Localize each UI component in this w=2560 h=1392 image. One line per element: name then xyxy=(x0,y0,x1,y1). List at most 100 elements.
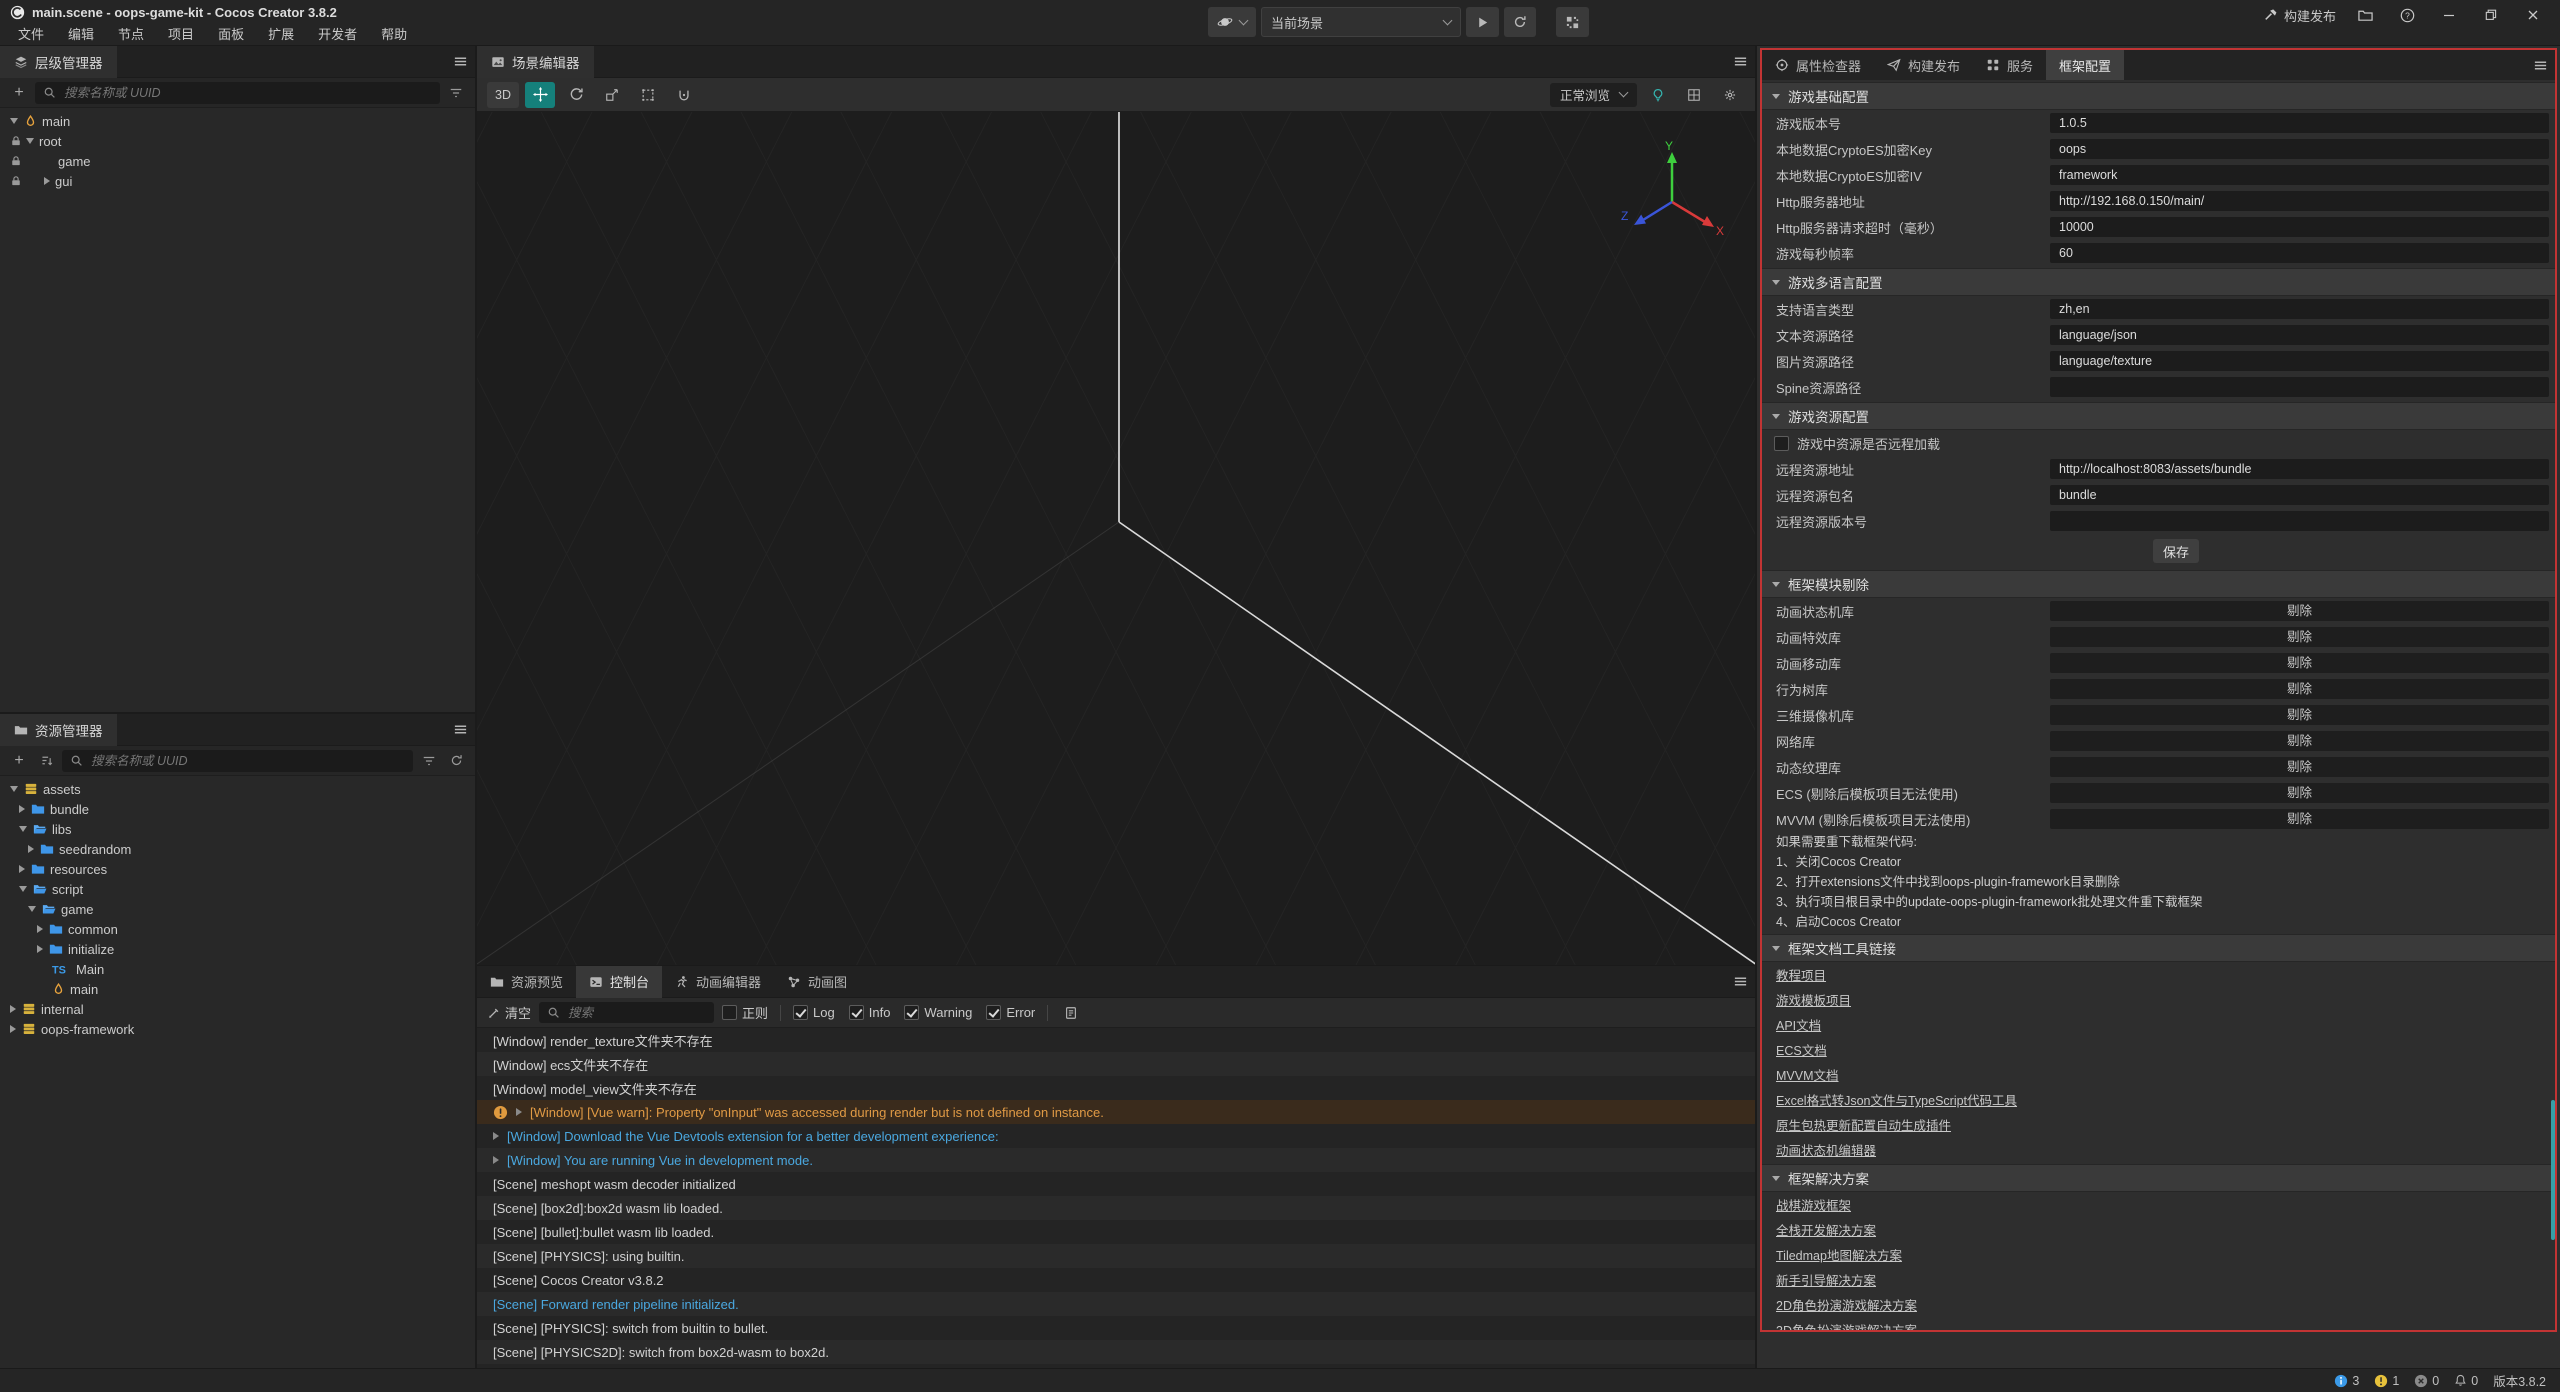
asset-node[interactable]: resources xyxy=(0,859,475,879)
console-menu-button[interactable] xyxy=(1725,967,1755,997)
inspector-tab-构建发布[interactable]: 构建发布 xyxy=(1874,50,1973,80)
field-input[interactable] xyxy=(2050,511,2549,531)
module-remove-button[interactable]: 剔除 xyxy=(2050,627,2549,647)
menu-item[interactable]: 编辑 xyxy=(56,24,106,46)
hierarchy-node[interactable]: gui xyxy=(0,171,475,191)
menu-item[interactable]: 节点 xyxy=(106,24,156,46)
scrollbar-thumb[interactable] xyxy=(2551,1100,2555,1240)
console-message[interactable]: [Window] Download the Vue Devtools exten… xyxy=(477,1124,1755,1148)
inspector-tab-框架配置[interactable]: 框架配置 xyxy=(2046,50,2124,80)
field-input[interactable]: bundle xyxy=(2050,485,2549,505)
view-mode-select[interactable]: 正常浏览 xyxy=(1550,83,1637,107)
asset-node[interactable]: main xyxy=(0,979,475,999)
move-tool-button[interactable] xyxy=(525,82,555,108)
filter-checkbox-Info[interactable]: Info xyxy=(849,1005,891,1020)
assets-filter-button[interactable] xyxy=(418,750,440,772)
field-input[interactable]: 10000 xyxy=(2050,217,2549,237)
menu-item[interactable]: 扩展 xyxy=(256,24,306,46)
chevron-right-icon[interactable] xyxy=(493,1132,499,1140)
rect-tool-button[interactable] xyxy=(633,82,663,108)
filter-checkbox-Error[interactable]: Error xyxy=(986,1005,1035,1020)
doc-link[interactable]: 3D角色扮演游戏解决方案 xyxy=(1776,1320,1917,1332)
module-remove-button[interactable]: 剔除 xyxy=(2050,653,2549,673)
hierarchy-search-input[interactable] xyxy=(62,85,432,101)
inspector-menu-button[interactable] xyxy=(2525,50,2555,80)
filter-checkbox-Warning[interactable]: Warning xyxy=(904,1005,972,1020)
regex-checkbox[interactable]: 正则 xyxy=(722,1003,768,1022)
inspector-tab-属性检查器[interactable]: 属性检查器 xyxy=(1762,50,1874,80)
asset-node[interactable]: internal xyxy=(0,999,475,1019)
chevron-down-icon[interactable] xyxy=(26,138,34,144)
chevron-right-icon[interactable] xyxy=(19,805,25,813)
doc-link[interactable]: 战棋游戏框架 xyxy=(1776,1195,1851,1214)
console-tab-动画编辑器[interactable]: 动画编辑器 xyxy=(662,966,774,998)
chevron-right-icon[interactable] xyxy=(10,1005,16,1013)
create-node-button[interactable]: + xyxy=(8,82,30,104)
chevron-right-icon[interactable] xyxy=(516,1108,522,1116)
preview-qr-button[interactable] xyxy=(1556,7,1589,37)
scene-settings-button[interactable] xyxy=(1715,82,1745,108)
reload-button[interactable] xyxy=(1504,7,1536,37)
field-input[interactable] xyxy=(2050,377,2549,397)
console-search-input[interactable] xyxy=(566,1005,676,1021)
doc-link[interactable]: Tiledmap地图解决方案 xyxy=(1776,1245,1902,1264)
console-message[interactable]: [Window] [Vue warn]: Property "onInput" … xyxy=(477,1100,1755,1124)
section-header[interactable]: 框架模块剔除 xyxy=(1762,570,2555,598)
hierarchy-node[interactable]: main xyxy=(0,111,475,131)
section-header[interactable]: 框架文档工具链接 xyxy=(1762,934,2555,962)
console-message[interactable]: [Window] You are running Vue in developm… xyxy=(477,1148,1755,1172)
checkbox-row[interactable]: 游戏中资源是否远程加载 xyxy=(1762,430,2555,456)
module-remove-button[interactable]: 剔除 xyxy=(2050,601,2549,621)
chevron-down-icon[interactable] xyxy=(10,118,18,124)
asset-node[interactable]: TSMain xyxy=(0,959,475,979)
chevron-right-icon[interactable] xyxy=(10,1025,16,1033)
asset-node[interactable]: assets xyxy=(0,779,475,799)
scene-viewport[interactable]: Y X Z xyxy=(477,112,1755,965)
status-notification-counter[interactable]: 0 xyxy=(2454,1374,2478,1388)
menu-item[interactable]: 面板 xyxy=(206,24,256,46)
chevron-down-icon[interactable] xyxy=(19,826,27,832)
console-collapse-button[interactable] xyxy=(1060,1002,1082,1024)
play-button[interactable] xyxy=(1466,7,1499,37)
scene-menu-button[interactable] xyxy=(1725,47,1755,77)
chevron-down-icon[interactable] xyxy=(19,886,27,892)
section-header[interactable]: 游戏基础配置 xyxy=(1762,82,2555,110)
module-remove-button[interactable]: 剔除 xyxy=(2050,705,2549,725)
doc-link[interactable]: 2D角色扮演游戏解决方案 xyxy=(1776,1295,1917,1314)
asset-node[interactable]: bundle xyxy=(0,799,475,819)
create-asset-button[interactable]: + xyxy=(8,750,30,772)
status-warning-counter[interactable]: 1 xyxy=(2374,1374,2399,1388)
3d-mode-toggle[interactable]: 3D xyxy=(487,82,519,108)
module-remove-button[interactable]: 剔除 xyxy=(2050,757,2549,777)
field-input[interactable]: http://192.168.0.150/main/ xyxy=(2050,191,2549,211)
scale-tool-button[interactable] xyxy=(597,82,627,108)
console-tab-资源预览[interactable]: 资源预览 xyxy=(477,966,576,998)
section-header[interactable]: 游戏资源配置 xyxy=(1762,402,2555,430)
doc-link[interactable]: 动画状态机编辑器 xyxy=(1776,1140,1876,1159)
section-header[interactable]: 框架解决方案 xyxy=(1762,1164,2555,1192)
hierarchy-filter-button[interactable] xyxy=(445,82,467,104)
build-publish-button[interactable]: 构建发布 xyxy=(2264,6,2336,25)
close-button[interactable] xyxy=(2520,2,2546,28)
status-error-counter[interactable]: 0 xyxy=(2414,1374,2439,1388)
section-header[interactable]: 游戏多语言配置 xyxy=(1762,268,2555,296)
menu-item[interactable]: 项目 xyxy=(156,24,206,46)
field-input[interactable]: 1.0.5 xyxy=(2050,113,2549,133)
minimize-button[interactable] xyxy=(2436,2,2462,28)
menu-item[interactable]: 开发者 xyxy=(306,24,369,46)
anchor-tool-button[interactable] xyxy=(669,82,699,108)
chevron-right-icon[interactable] xyxy=(493,1156,499,1164)
console-tab-动画图[interactable]: 动画图 xyxy=(774,966,860,998)
doc-link[interactable]: ECS文档 xyxy=(1776,1040,1827,1059)
field-input[interactable]: language/json xyxy=(2050,325,2549,345)
tab-hierarchy[interactable]: 层级管理器 xyxy=(0,46,117,78)
asset-node[interactable]: script xyxy=(0,879,475,899)
console-clear-button[interactable]: 清空 xyxy=(487,1003,531,1022)
asset-node[interactable]: seedrandom xyxy=(0,839,475,859)
filter-checkbox-Log[interactable]: Log xyxy=(793,1005,835,1020)
preview-platform-button[interactable] xyxy=(1208,7,1256,37)
axis-gizmo[interactable]: Y X Z xyxy=(1617,140,1727,250)
doc-link[interactable]: 全栈开发解决方案 xyxy=(1776,1220,1876,1239)
menu-item[interactable]: 帮助 xyxy=(369,24,419,46)
assets-search-input[interactable] xyxy=(89,753,405,769)
